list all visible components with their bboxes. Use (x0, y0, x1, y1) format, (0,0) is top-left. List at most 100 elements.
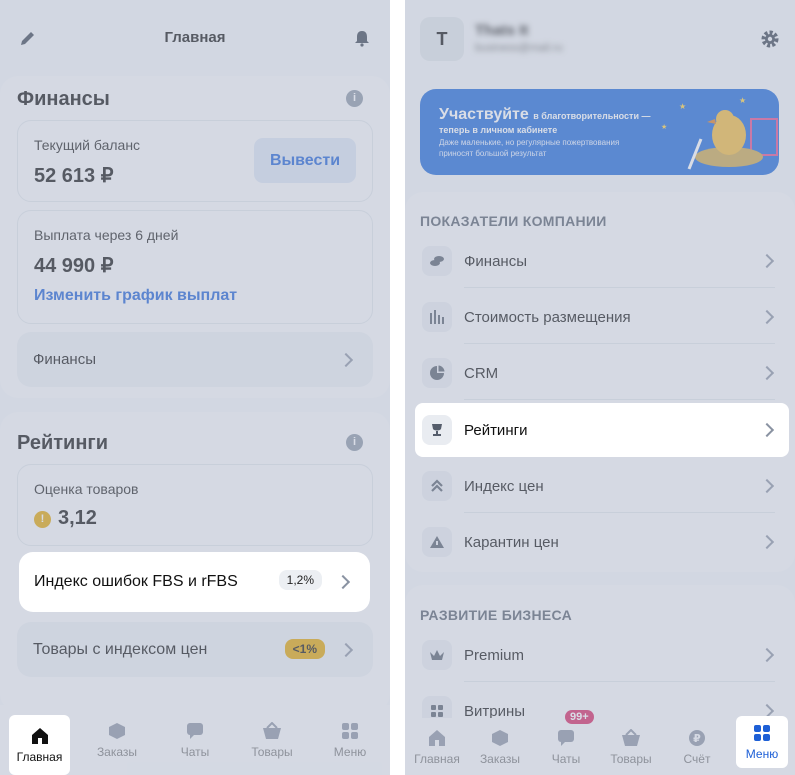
divider (464, 681, 775, 682)
ruble-icon: ₽ (689, 729, 705, 746)
coins-icon (422, 246, 452, 276)
tab-label: Главная (16, 749, 63, 764)
svg-text:★: ★ (679, 102, 686, 111)
menu-item-label: Витрины (464, 702, 526, 720)
tab-goods[interactable]: Товары (601, 718, 661, 775)
price-index-label: Товары с индексом цен (33, 640, 208, 658)
payout-card: Выплата через 6 дней 44 990 ₽ Изменить г… (17, 210, 373, 324)
grid-icon (754, 724, 770, 741)
tab-label: Товары (251, 744, 293, 759)
balance-card: Текущий баланс 52 613 ₽ Вывести (17, 120, 373, 202)
avatar: T (420, 17, 464, 61)
menu-item-label: Стоимость размещения (464, 308, 631, 326)
gear-icon[interactable] (759, 28, 781, 50)
tab-menu[interactable]: Меню (736, 716, 788, 768)
menu-item-premium[interactable]: Premium (420, 628, 780, 682)
banner-subtext-line2: приносят большой результат (439, 149, 547, 158)
menu-item-label: Финансы (464, 252, 527, 270)
tab-bar: Главная Заказы Чаты 99+ Товары ₽ Счёт Ме… (405, 710, 795, 775)
banner-headline: Участвуйте в благотворительности — (439, 106, 651, 124)
menu-item-label: Premium (464, 646, 525, 664)
pie-chart-icon (422, 358, 452, 388)
error-index-badge: 1,2% (278, 570, 322, 590)
menu-item-label: Индекс цен (464, 477, 544, 495)
chevron-right-icon (338, 352, 354, 367)
svg-text:₽: ₽ (693, 732, 701, 745)
unread-badge: 99+ (565, 710, 594, 724)
account-email: business@mail.ru (475, 42, 563, 54)
company-section-title: ПОКАЗАТЕЛИ КОМПАНИИ (420, 213, 607, 229)
trophy-icon (422, 415, 452, 445)
chevron-right-icon (759, 647, 775, 663)
basket-icon (622, 728, 640, 746)
menu-item-price-quarantine[interactable]: Карантин цен (420, 515, 780, 569)
price-index-badge: <1% (284, 639, 325, 659)
account-header[interactable]: T Thats It business@mail.ru (405, 0, 795, 80)
tab-goods[interactable]: Товары (241, 711, 303, 769)
goods-rating-card[interactable]: Оценка товаров ! 3,12 (17, 464, 373, 546)
finance-section: Финансы i Текущий баланс 52 613 ₽ Вывест… (0, 76, 390, 398)
home-icon (31, 727, 48, 744)
svg-text:★: ★ (661, 123, 667, 131)
ratings-section: Рейтинги i Оценка товаров ! 3,12 Индекс … (0, 412, 390, 712)
home-icon (429, 729, 445, 746)
info-icon[interactable]: i (346, 90, 363, 107)
charity-banner[interactable]: Участвуйте в благотворительности — тепер… (420, 89, 779, 175)
tab-home[interactable]: Главная (9, 715, 70, 775)
banner-headline-big: Участвуйте (439, 106, 529, 123)
svg-text:★: ★ (739, 96, 746, 105)
chat-icon (558, 729, 574, 746)
chevron-right-icon (759, 422, 775, 438)
chevron-right-icon (759, 365, 775, 381)
business-section-title: РАЗВИТИЕ БИЗНЕСА (420, 607, 573, 623)
menu-item-ratings[interactable]: Рейтинги (415, 403, 789, 457)
goods-rating-label: Оценка товаров (34, 481, 139, 497)
tab-account[interactable]: ₽ Счёт (667, 718, 727, 775)
ratings-title: Рейтинги (17, 432, 109, 454)
chevron-right-icon (759, 253, 775, 269)
tab-label: Счёт (683, 751, 711, 766)
error-index-label: Индекс ошибок FBS и rFBS (34, 573, 238, 590)
error-index-row[interactable]: Индекс ошибок FBS и rFBS 1,2% (19, 552, 370, 612)
tab-label: Главная (414, 751, 460, 766)
price-index-row[interactable]: Товары с индексом цен <1% (17, 622, 373, 677)
balance-label: Текущий баланс (34, 137, 141, 153)
divider (464, 512, 775, 513)
grid-icon (342, 722, 358, 739)
tab-menu[interactable]: Меню (319, 711, 381, 769)
tab-orders[interactable]: Заказы (86, 711, 148, 769)
payout-label: Выплата через 6 дней (34, 227, 179, 243)
chevron-right-icon (759, 478, 775, 494)
finance-title: Финансы (17, 88, 110, 110)
tab-orders[interactable]: Заказы (470, 718, 530, 775)
box-icon (492, 729, 508, 746)
banner-headline-small: в благотворительности — (533, 111, 651, 121)
basket-icon (263, 721, 281, 739)
account-name: Thats It (475, 22, 529, 39)
banner-subtext-line1: Даже маленькие, но регулярные пожертвова… (439, 138, 620, 147)
balance-value: 52 613 ₽ (34, 165, 114, 187)
tab-chats[interactable]: Чаты (164, 711, 226, 769)
crown-icon (422, 640, 452, 670)
menu-item-crm[interactable]: CRM (420, 346, 780, 400)
chevron-right-icon (759, 309, 775, 325)
chevron-right-icon (338, 642, 354, 657)
tab-home[interactable]: Главная (407, 718, 467, 775)
menu-item-finance[interactable]: Финансы (420, 234, 780, 288)
menu-item-placement-cost[interactable]: Стоимость размещения (420, 290, 780, 344)
withdraw-button[interactable]: Вывести (254, 138, 356, 183)
top-bar: Главная (0, 0, 390, 75)
triangle-icon (422, 527, 452, 557)
divider (464, 343, 775, 344)
info-icon[interactable]: i (346, 434, 363, 451)
finance-row-label: Финансы (33, 351, 96, 368)
bell-icon[interactable] (352, 28, 372, 48)
menu-item-label: Рейтинги (464, 421, 528, 439)
tab-chats[interactable]: Чаты 99+ (536, 710, 596, 775)
tab-label: Меню (333, 744, 367, 759)
change-schedule-link[interactable]: Изменить график выплат (34, 287, 237, 305)
pencil-icon[interactable] (18, 28, 38, 48)
box-icon (109, 722, 125, 739)
menu-item-price-index[interactable]: Индекс цен (420, 459, 780, 513)
finance-row[interactable]: Финансы (17, 332, 373, 387)
